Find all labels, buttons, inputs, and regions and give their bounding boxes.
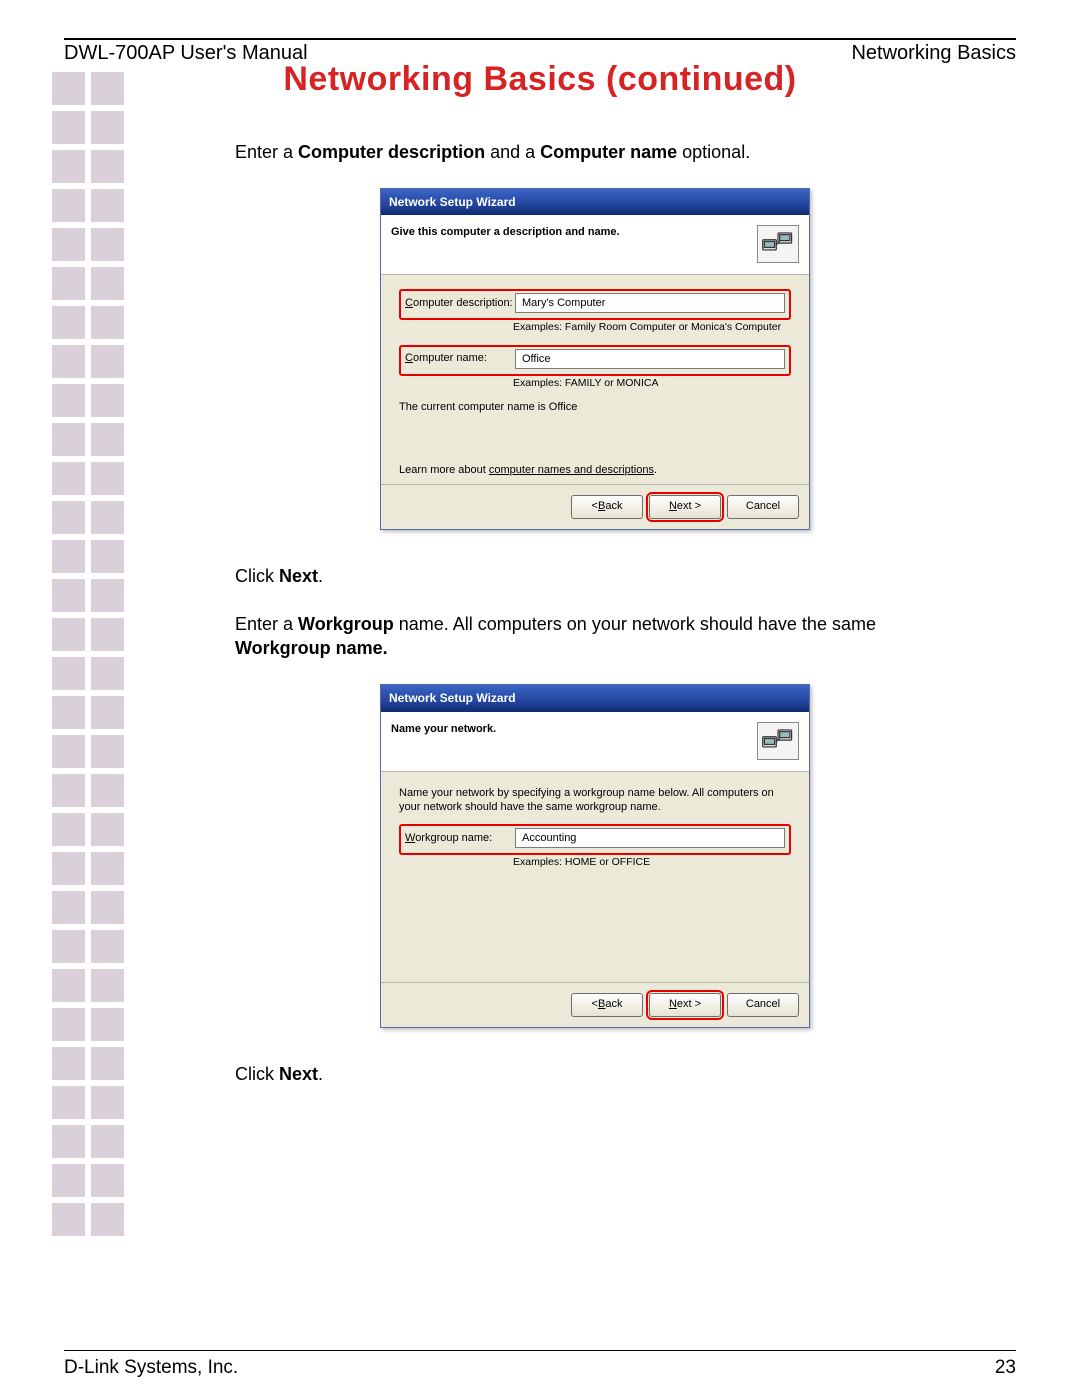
wizard-window-1: Network Setup Wizard Give this computer … <box>380 188 810 529</box>
next-button[interactable]: Next > <box>649 495 721 519</box>
wizard2-body-text: Name your network by specifying a workgr… <box>399 786 791 815</box>
wizard-window-2: Network Setup Wizard Name your network. … <box>380 684 810 1027</box>
wizard2-titlebar: Network Setup Wizard <box>381 685 809 711</box>
highlight-workgroup-row: Workgroup name: <box>399 824 791 855</box>
workgroup-label: Workgroup name: <box>405 831 515 846</box>
learn-more-link[interactable]: computer names and descriptions <box>489 464 654 476</box>
click-next-1: Click Next. <box>235 564 955 588</box>
back-button[interactable]: < Back <box>571 993 643 1017</box>
wizard1-subtitle: Give this computer a description and nam… <box>391 225 620 240</box>
desc-label: Computer description: <box>405 296 515 311</box>
back-button[interactable]: < Back <box>571 495 643 519</box>
computer-description-input[interactable] <box>515 293 785 313</box>
instruction-1: Enter a Computer description and a Compu… <box>235 140 955 164</box>
cancel-button[interactable]: Cancel <box>727 495 799 519</box>
workgroup-name-input[interactable] <box>515 828 785 848</box>
computers-icon <box>757 722 799 760</box>
footer-company: D-Link Systems, Inc. <box>64 1357 238 1379</box>
name-examples: Examples: FAMILY or MONICA <box>513 376 791 390</box>
click-next-2: Click Next. <box>235 1062 955 1086</box>
computers-icon <box>757 225 799 263</box>
computer-name-input[interactable] <box>515 349 785 369</box>
header-rule <box>64 38 1016 40</box>
page-number: 23 <box>995 1357 1016 1379</box>
cancel-button[interactable]: Cancel <box>727 993 799 1017</box>
desc-examples: Examples: Family Room Computer or Monica… <box>513 320 791 334</box>
next-button[interactable]: Next > <box>649 993 721 1017</box>
footer-rule <box>64 1350 1016 1351</box>
wizard1-titlebar: Network Setup Wizard <box>381 189 809 215</box>
decorative-side-squares: // we'll generate rows below via plain m… <box>52 72 124 1242</box>
name-label: Computer name: <box>405 351 515 366</box>
workgroup-examples: Examples: HOME or OFFICE <box>513 855 791 869</box>
current-name-note: The current computer name is Office <box>399 400 791 415</box>
learn-more: Learn more about computer names and desc… <box>399 463 791 478</box>
wizard2-subtitle: Name your network. <box>391 722 496 737</box>
highlight-desc-row: Computer description: <box>399 289 791 320</box>
highlight-name-row: Computer name: <box>399 345 791 376</box>
instruction-2: Enter a Workgroup name. All computers on… <box>235 612 955 661</box>
section-title: Networking Basics (continued) <box>0 60 1080 99</box>
